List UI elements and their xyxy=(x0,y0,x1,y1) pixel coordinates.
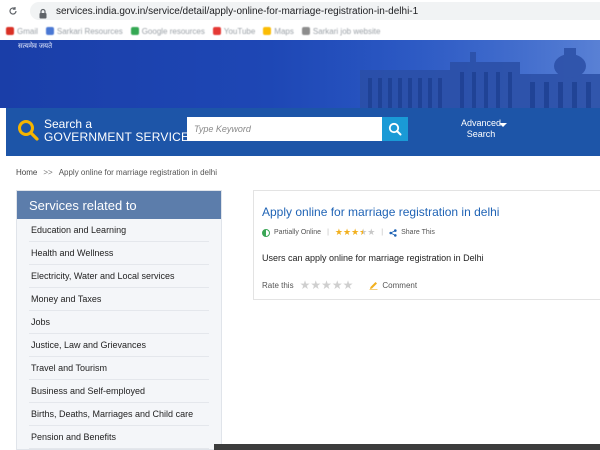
emblem-caption: सत्यमेव जयते xyxy=(18,43,53,50)
rating-star: ★ xyxy=(359,227,368,237)
rate-label: Rate this xyxy=(262,280,294,290)
search-icon xyxy=(16,118,40,142)
sidebar-item-utilities[interactable]: Electricity, Water and Local services xyxy=(29,265,209,288)
related-services-sidebar: Services related to Education and Learni… xyxy=(16,190,222,450)
partially-online-icon xyxy=(262,228,270,237)
sidebar-item-money-taxes[interactable]: Money and Taxes xyxy=(29,288,209,311)
sidebar-item-justice[interactable]: Justice, Law and Grievances xyxy=(29,334,209,357)
hero-banner: सत्यमेव जयते xyxy=(0,40,600,108)
bookmark-item[interactable]: Maps xyxy=(263,27,294,36)
reload-icon[interactable] xyxy=(6,4,20,18)
bookmark-item[interactable]: Gmail xyxy=(6,27,38,36)
parliament-building-image xyxy=(320,40,600,108)
search-panel: Search a GOVERNMENT SERVICE Advanced Sea… xyxy=(0,108,600,156)
rate-star-2[interactable]: ★ xyxy=(310,279,321,291)
rate-row: Rate this ★ ★ ★ ★ ★ Comment xyxy=(262,279,417,291)
service-title[interactable]: Apply online for marriage registration i… xyxy=(262,205,499,219)
meta-divider: | xyxy=(381,229,384,236)
bookmark-item[interactable]: YouTube xyxy=(212,27,255,36)
bookmark-icon xyxy=(301,27,310,35)
chevron-down-icon[interactable] xyxy=(499,123,507,127)
breadcrumb-home-link[interactable]: Home xyxy=(16,168,37,177)
comment-label: Comment xyxy=(382,280,418,290)
keyword-search-input[interactable] xyxy=(187,117,382,141)
service-status: Partially Online xyxy=(274,229,322,236)
rating-star: ★ xyxy=(367,227,376,237)
bookmark-item[interactable]: Google resources xyxy=(130,27,205,36)
rate-star-3[interactable]: ★ xyxy=(321,279,332,291)
sidebar-item-pension[interactable]: Pension and Benefits xyxy=(29,426,209,449)
rate-stars-input[interactable]: ★ ★ ★ ★ ★ xyxy=(300,279,354,291)
search-title-line2: GOVERNMENT SERVICE xyxy=(44,130,190,144)
rate-star-1[interactable]: ★ xyxy=(300,279,311,291)
rate-star-4[interactable]: ★ xyxy=(332,279,343,291)
bookmark-icon xyxy=(45,27,54,35)
sidebar-item-births-deaths[interactable]: Births, Deaths, Marriages and Child care xyxy=(29,403,209,426)
rating-star: ★ xyxy=(342,227,352,237)
sidebar-item-travel[interactable]: Travel and Tourism xyxy=(29,357,209,380)
search-submit-button[interactable] xyxy=(382,117,408,141)
sidebar-item-health[interactable]: Health and Wellness xyxy=(29,242,209,265)
rating-star: ★ xyxy=(334,227,343,237)
share-icon[interactable] xyxy=(389,228,397,237)
advanced-search-button[interactable]: Advanced Search xyxy=(446,118,516,140)
share-link[interactable]: Share This xyxy=(401,229,435,236)
gmail-icon xyxy=(6,27,14,35)
service-detail-card: Apply online for marriage registration i… xyxy=(253,190,600,300)
bookmark-item[interactable]: Sarkari job website xyxy=(301,27,380,36)
search-icon xyxy=(388,122,402,136)
breadcrumb-separator: >> xyxy=(43,168,53,177)
bookmark-icon xyxy=(130,27,139,35)
rating-star: ★ xyxy=(351,227,360,237)
sidebar-list: Education and Learning Health and Wellne… xyxy=(17,219,221,449)
youtube-icon xyxy=(212,27,221,35)
maps-icon xyxy=(263,27,272,35)
sidebar-heading: Services related to xyxy=(17,191,221,219)
url-text: services.india.gov.in/service/detail/app… xyxy=(56,5,419,17)
search-title-line1: Search a xyxy=(44,117,93,131)
comment-button[interactable]: Comment xyxy=(369,281,417,290)
horizontal-scrollbar[interactable] xyxy=(214,444,600,450)
breadcrumb-current: Apply online for marriage registration i… xyxy=(58,168,217,177)
sidebar-item-jobs[interactable]: Jobs xyxy=(29,311,209,334)
advanced-search-label-2: Search xyxy=(466,129,496,139)
sidebar-item-education[interactable]: Education and Learning xyxy=(29,219,209,242)
service-meta-row: Partially Online | ★ ★ ★ ★ ★ | Share This xyxy=(262,228,435,237)
browser-toolbar: services.india.gov.in/service/detail/app… xyxy=(0,0,600,22)
rating-stars: ★ ★ ★ ★ ★ xyxy=(335,228,375,237)
rate-star-5[interactable]: ★ xyxy=(343,279,354,291)
meta-divider: | xyxy=(327,229,329,236)
address-bar[interactable]: services.india.gov.in/service/detail/app… xyxy=(30,2,600,20)
bookmark-item[interactable]: Sarkari Resources xyxy=(45,27,123,36)
breadcrumb: Home >> Apply online for marriage regist… xyxy=(16,168,217,177)
lock-icon xyxy=(38,6,48,18)
pencil-icon xyxy=(369,281,378,290)
sidebar-item-business[interactable]: Business and Self-employed xyxy=(29,380,209,403)
service-description: Users can apply online for marriage regi… xyxy=(262,253,484,263)
bookmarks-bar: Gmail Sarkari Resources Google resources… xyxy=(0,22,600,40)
